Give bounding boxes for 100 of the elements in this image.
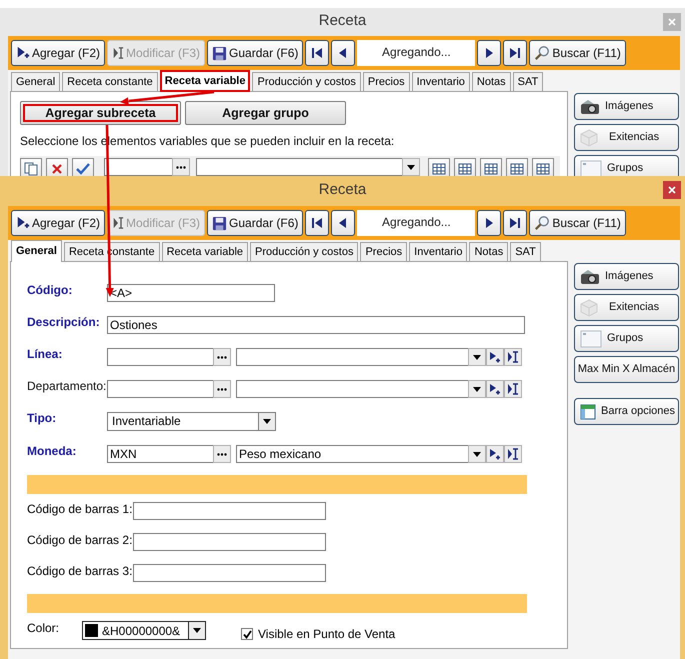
tab[interactable]: Receta variable xyxy=(160,70,250,92)
save-button[interactable]: Guardar (F6) xyxy=(207,40,304,66)
search-icon xyxy=(534,215,550,231)
tab[interactable]: Notas xyxy=(469,242,508,261)
field-label: Código de barras 3: xyxy=(27,564,133,578)
browse-button[interactable] xyxy=(213,380,231,398)
text-field[interactable]: Ostiones xyxy=(107,316,525,334)
last-record-button[interactable] xyxy=(503,210,528,236)
previous-record-button[interactable] xyxy=(331,40,356,66)
first-record-button[interactable] xyxy=(305,210,330,236)
skip-forward-icon xyxy=(509,217,522,229)
code-field[interactable] xyxy=(107,380,213,398)
checkbox[interactable] xyxy=(241,628,253,640)
barcode-field[interactable] xyxy=(133,502,326,520)
add-item-button[interactable] xyxy=(486,445,504,463)
tab[interactable]: Precios xyxy=(360,242,408,261)
next-record-button[interactable] xyxy=(477,210,502,236)
field-label: Línea: xyxy=(27,347,64,361)
tab[interactable]: General xyxy=(11,72,60,91)
search-icon xyxy=(534,45,550,61)
caret-icon xyxy=(473,452,481,456)
text-field[interactable]: <A> xyxy=(107,284,275,302)
tab[interactable]: Receta constante xyxy=(62,72,158,91)
barcode-field[interactable] xyxy=(133,564,326,582)
next-record-button[interactable] xyxy=(477,40,502,66)
play-plus-icon xyxy=(489,383,501,395)
barcode-field[interactable] xyxy=(133,533,326,551)
side-button[interactable]: Exitencias xyxy=(574,294,679,321)
save-button[interactable]: Guardar (F6) xyxy=(207,210,304,236)
color-dropdown[interactable]: &H00000000& xyxy=(82,621,188,640)
camera-icon xyxy=(580,268,600,284)
edit-item-button[interactable] xyxy=(504,380,522,398)
item-dropdown[interactable] xyxy=(196,158,402,176)
side-button[interactable]: Grupos xyxy=(574,325,679,352)
ellipsis-icon xyxy=(217,356,227,358)
dropdown-button[interactable] xyxy=(468,445,486,463)
dropdown-button[interactable] xyxy=(258,412,276,431)
copy-icon xyxy=(24,162,38,176)
dropdown-button[interactable] xyxy=(468,348,486,366)
window-icon xyxy=(580,160,602,178)
code-field[interactable] xyxy=(107,348,213,366)
add-button[interactable]: Agregar (F2) xyxy=(11,40,106,66)
browse-button[interactable] xyxy=(172,158,190,176)
last-record-button[interactable] xyxy=(503,40,528,66)
search-button[interactable]: Buscar (F11) xyxy=(529,40,626,66)
side-button[interactable]: Imágenes xyxy=(574,263,679,290)
side-button[interactable]: Barra opciones xyxy=(574,398,679,425)
tab[interactable]: Inventario xyxy=(412,72,470,91)
check-icon xyxy=(242,630,252,638)
field-label: Código de barras 2: xyxy=(27,533,133,547)
add-item-button[interactable] xyxy=(486,380,504,398)
window-title: Receta xyxy=(318,180,366,200)
grid-icon xyxy=(484,162,498,174)
cube-icon xyxy=(580,298,598,316)
add-item-button[interactable] xyxy=(486,348,504,366)
triangle-right-icon xyxy=(484,217,494,229)
add-button[interactable]: Agregar (F2) xyxy=(11,210,106,236)
code-field[interactable]: MXN xyxy=(107,445,213,463)
tab[interactable]: SAT xyxy=(510,242,541,261)
tab[interactable]: Inventario xyxy=(409,242,468,261)
side-button[interactable]: Exitencias xyxy=(574,124,679,151)
text-cursor-icon xyxy=(112,216,124,230)
tab[interactable]: SAT xyxy=(512,72,544,91)
tab[interactable]: General xyxy=(11,240,62,262)
browse-button[interactable] xyxy=(213,445,231,463)
action-button[interactable]: Agregar grupo xyxy=(185,101,346,125)
skip-back-icon xyxy=(311,47,324,59)
name-dropdown[interactable] xyxy=(236,348,468,366)
side-button[interactable]: Max Min X Almacén xyxy=(574,356,679,383)
checkbox-label: Visible en Punto de Venta xyxy=(258,626,396,643)
text-cursor-icon xyxy=(507,383,519,395)
ellipsis-icon xyxy=(176,166,186,168)
record-status-field: Agregando... xyxy=(357,210,476,236)
tab[interactable]: Producción y costos xyxy=(250,242,358,261)
tab[interactable]: Notas xyxy=(472,72,511,91)
tab[interactable]: Producción y costos xyxy=(252,72,361,91)
edit-item-button[interactable] xyxy=(504,348,522,366)
close-button[interactable] xyxy=(663,181,681,199)
tab[interactable]: Receta variable xyxy=(162,242,248,261)
edit-item-button[interactable] xyxy=(504,445,522,463)
text-cursor-icon xyxy=(507,448,519,460)
type-dropdown[interactable]: Inventariable xyxy=(107,412,258,431)
camera-icon xyxy=(580,98,600,114)
browse-button[interactable] xyxy=(213,348,231,366)
name-dropdown[interactable]: Peso mexicano xyxy=(236,445,468,463)
triangle-left-icon xyxy=(338,217,348,229)
field-label: Tipo: xyxy=(27,411,58,425)
code-field[interactable] xyxy=(104,158,172,176)
first-record-button[interactable] xyxy=(305,40,330,66)
previous-record-button[interactable] xyxy=(331,210,356,236)
side-button[interactable]: Imágenes xyxy=(574,93,679,120)
dropdown-button[interactable] xyxy=(188,621,206,640)
tab[interactable]: Precios xyxy=(362,72,410,91)
name-dropdown[interactable] xyxy=(236,380,468,398)
dropdown-button[interactable] xyxy=(468,380,486,398)
action-button[interactable]: Agregar subreceta xyxy=(20,101,181,125)
dropdown-button[interactable] xyxy=(402,158,420,176)
search-button[interactable]: Buscar (F11) xyxy=(529,210,626,236)
caret-icon xyxy=(473,354,481,360)
grid-icon xyxy=(536,162,550,174)
